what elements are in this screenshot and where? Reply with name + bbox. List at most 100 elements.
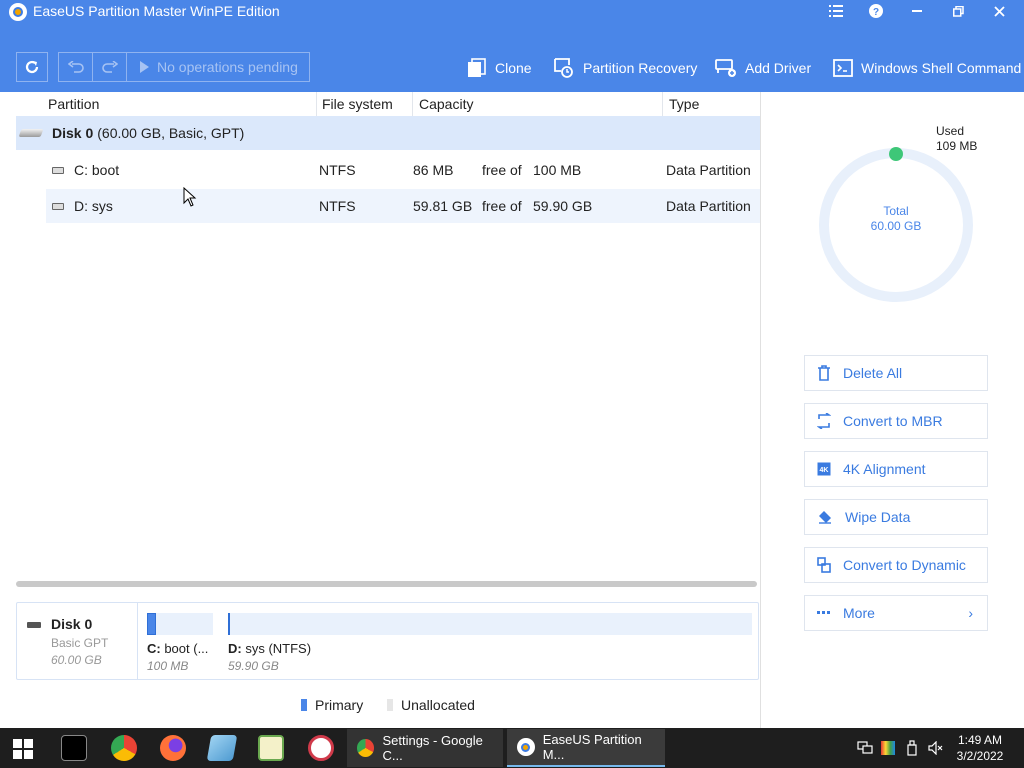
undo-button[interactable] [58, 52, 92, 82]
table-row[interactable]: C: boot NTFS 86 MB free of 100 MB Data P… [46, 153, 760, 187]
disk-map: Disk 0 Basic GPT 60.00 GB C: boot (... 1… [16, 602, 759, 680]
chevron-right-icon: › [968, 605, 973, 621]
help-icon[interactable]: ? [856, 0, 896, 22]
notepad-icon[interactable] [206, 735, 238, 761]
refresh-icon [25, 60, 39, 74]
convert-to-dynamic-button[interactable]: Convert to Dynamic [804, 547, 988, 583]
segment-drive-letter: C: [147, 641, 161, 656]
snipping-tool-icon[interactable] [308, 735, 334, 761]
partition-free: 86 MB [413, 162, 454, 178]
svg-text:4K: 4K [820, 467, 829, 474]
clone-button[interactable]: Clone [467, 56, 532, 80]
disk-row[interactable]: Disk 0 (60.00 GB, Basic, GPT) [16, 116, 760, 150]
undo-icon [67, 61, 84, 73]
redo-icon [101, 61, 118, 73]
partition-segment-d[interactable] [228, 613, 752, 635]
more-icon [817, 611, 830, 614]
firefox-icon[interactable] [160, 735, 186, 761]
partition-free-of: free of [482, 162, 522, 178]
partition-file-system: NTFS [319, 198, 356, 214]
segment-name: sys (NTFS) [241, 641, 312, 656]
partition-recovery-button[interactable]: Partition Recovery [553, 56, 697, 80]
partition-total: 100 MB [533, 162, 582, 178]
column-header-partition[interactable]: Partition [48, 92, 99, 116]
column-header-type[interactable]: Type [669, 92, 699, 116]
segment-size-d: 59.90 GB [228, 659, 279, 673]
primary-swatch [301, 699, 307, 711]
segment-label-c: C: boot (... [147, 641, 208, 656]
taskbar-item-label: Settings - Google C... [382, 733, 483, 763]
close-icon[interactable] [979, 0, 1019, 22]
window-title: EaseUS Partition Master WinPE Edition [33, 3, 280, 19]
chrome-icon[interactable] [111, 735, 137, 761]
legend-primary: Primary [301, 696, 363, 714]
wipe-data-button[interactable]: Wipe Data [804, 499, 988, 535]
partition-table: Partition File system Capacity Type Disk… [0, 92, 760, 592]
wipe-data-label: Wipe Data [845, 509, 911, 525]
disk-map-disk-type: Basic GPT [51, 636, 109, 650]
drive-icon [52, 202, 64, 210]
start-button[interactable] [13, 739, 33, 762]
command-prompt-icon[interactable] [61, 735, 87, 761]
right-panel: Used 109 MB Total 60.00 GB Delete All Co… [760, 92, 1024, 728]
partition-name: C: boot [74, 162, 120, 178]
system-clock[interactable]: 1:49 AM 3/2/2022 [952, 732, 1008, 764]
app-header: EaseUS Partition Master WinPE Edition ? [0, 0, 1024, 92]
more-button[interactable]: More › [804, 595, 988, 631]
total-label: Total 60.00 GB [846, 204, 946, 234]
4k-alignment-label: 4K Alignment [843, 461, 926, 477]
partition-file-system: NTFS [319, 162, 356, 178]
partition-recovery-label: Partition Recovery [583, 60, 698, 76]
legend-primary-label: Primary [315, 697, 364, 713]
4k-alignment-button[interactable]: 4K 4K Alignment [804, 451, 988, 487]
disk-map-disk-info[interactable]: Disk 0 Basic GPT 60.00 GB [17, 603, 138, 679]
delete-all-label: Delete All [843, 365, 903, 381]
windows-shell-command-button[interactable]: Windows Shell Command [833, 56, 1021, 80]
taskbar-item-chrome[interactable]: Settings - Google C... [347, 729, 503, 767]
usb-icon[interactable] [906, 728, 918, 768]
add-driver-label: Add Driver [745, 60, 812, 76]
partition-free-of: free of [482, 198, 522, 214]
disk-detail: (60.00 GB, Basic, GPT) [97, 125, 245, 141]
chrome-icon [357, 739, 375, 757]
used-value: 109 MB [936, 139, 978, 153]
partition-type: Data Partition [666, 198, 751, 214]
legend-unallocated-label: Unallocated [401, 697, 475, 713]
convert-to-mbr-button[interactable]: Convert to MBR [804, 403, 988, 439]
restore-icon[interactable] [938, 0, 978, 22]
drive-icon [52, 166, 64, 174]
minimize-icon[interactable] [897, 0, 937, 22]
refresh-button[interactable] [16, 52, 48, 82]
apply-pending-button[interactable]: No operations pending [126, 52, 310, 82]
shell-command-label: Windows Shell Command [861, 60, 1022, 76]
4k-icon: 4K [817, 462, 831, 476]
svg-text:?: ? [873, 7, 879, 18]
partition-segment-c[interactable] [147, 613, 213, 635]
pending-label: No operations pending [157, 59, 298, 75]
used-title: Used [936, 124, 965, 138]
column-header-capacity[interactable]: Capacity [419, 92, 473, 116]
taskbar-item-easeus[interactable]: EaseUS Partition M... [507, 729, 665, 767]
segment-drive-letter: D: [228, 641, 242, 656]
add-driver-button[interactable]: Add Driver [715, 56, 811, 80]
network-icon[interactable] [857, 728, 873, 768]
terminal-icon [833, 59, 853, 77]
column-header-file-system[interactable]: File system [322, 92, 393, 116]
convert-to-dynamic-label: Convert to Dynamic [843, 557, 966, 573]
play-icon [140, 61, 149, 73]
segment-size-c: 100 MB [147, 659, 189, 673]
color-app-icon[interactable] [881, 728, 895, 768]
delete-all-button[interactable]: Delete All [804, 355, 988, 391]
volume-muted-icon[interactable] [928, 728, 944, 768]
segment-label-d: D: sys (NTFS) [228, 641, 311, 656]
table-row[interactable]: D: sys NTFS 59.81 GB free of 59.90 GB Da… [46, 189, 760, 223]
horizontal-scrollbar[interactable] [16, 581, 757, 587]
menu-icon[interactable] [816, 0, 856, 22]
eraser-icon [819, 511, 831, 524]
redo-button[interactable] [92, 52, 126, 82]
notepad-plus-icon[interactable] [258, 735, 284, 761]
partition-free: 59.81 GB [413, 198, 473, 214]
easeus-logo-icon [517, 738, 535, 756]
clone-icon [468, 58, 486, 77]
segment-name: boot (... [160, 641, 209, 656]
